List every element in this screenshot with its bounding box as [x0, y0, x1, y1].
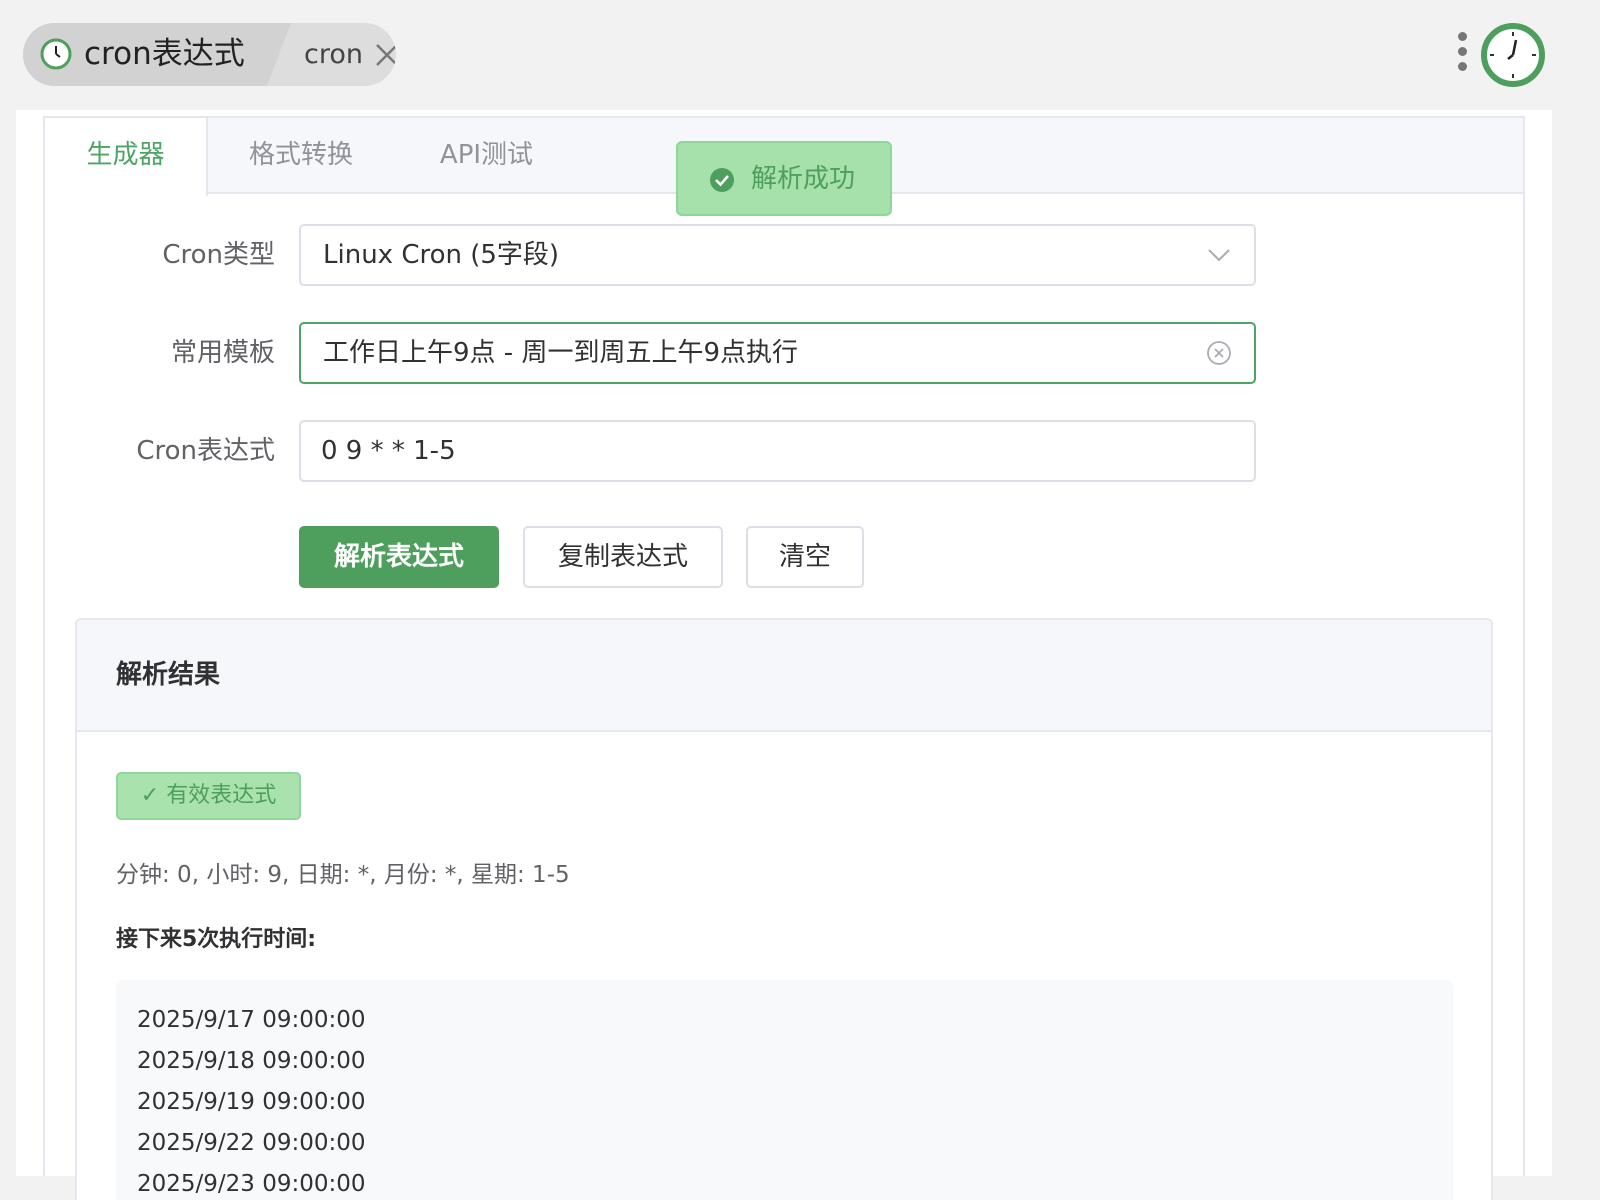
plugin-keyword: cron [304, 39, 363, 70]
run-time-item: 2025/9/22 09:00:00 [137, 1130, 366, 1156]
template-label: 常用模板 [170, 338, 275, 368]
run-time-item: 2025/9/18 09:00:00 [137, 1048, 366, 1074]
fields-description: 分钟: 0, 小时: 9, 日期: *, 月份: *, 星期: 1-5 [116, 862, 570, 888]
tab-format-convert[interactable]: 格式转换 [226, 118, 376, 194]
more-menu-icon[interactable] [1447, 28, 1477, 80]
plugin-pill[interactable]: cron表达式 cron [23, 23, 396, 86]
app-window: cron表达式 cron 生成器 格式转换 API测试 Cron类型 Linux… [0, 0, 1568, 1200]
app-logo-clock-icon[interactable] [1480, 22, 1546, 88]
next-runs-title: 接下来5次执行时间: [116, 927, 317, 952]
cron-type-select[interactable]: Linux Cron (5字段) [299, 224, 1256, 286]
next-runs-list: 2025/9/17 09:00:00 2025/9/18 09:00:00 20… [116, 980, 1453, 1200]
result-card: 解析结果 ✓ 有效表达式 分钟: 0, 小时: 9, 日期: *, 月份: *,… [75, 618, 1493, 1200]
template-value: 工作日上午9点 - 周一到周五上午9点执行 [323, 338, 798, 368]
check-circle-icon [710, 168, 734, 192]
run-time-item: 2025/9/17 09:00:00 [137, 1007, 366, 1033]
main-panel: 生成器 格式转换 API测试 Cron类型 Linux Cron (5字段) 常… [16, 110, 1552, 1200]
run-time-item: 2025/9/19 09:00:00 [137, 1089, 366, 1115]
close-icon[interactable] [373, 41, 396, 69]
template-select[interactable]: 工作日上午9点 - 周一到周五上午9点执行 [299, 322, 1256, 384]
copy-button[interactable]: 复制表达式 [523, 526, 723, 588]
tabs-card: 生成器 格式转换 API测试 Cron类型 Linux Cron (5字段) 常… [43, 116, 1525, 1200]
cron-type-value: Linux Cron (5字段) [323, 240, 560, 270]
expression-input[interactable]: 0 9 * * 1-5 [299, 420, 1256, 482]
expression-label: Cron表达式 [136, 436, 275, 466]
run-time-item: 2025/9/23 09:00:00 [137, 1171, 366, 1197]
clear-circle-icon[interactable] [1206, 340, 1232, 366]
result-title: 解析结果 [77, 620, 1491, 732]
clear-button[interactable]: 清空 [746, 526, 864, 588]
tab-generator[interactable]: 生成器 [45, 118, 208, 196]
toast-message: 解析成功 [751, 164, 856, 194]
top-bar: cron表达式 cron [0, 0, 1568, 110]
plugin-name: cron表达式 [84, 36, 245, 72]
valid-badge: ✓ 有效表达式 [116, 772, 301, 820]
cron-type-label: Cron类型 [162, 240, 275, 270]
chevron-down-icon [1208, 249, 1230, 262]
clock-icon [40, 38, 72, 70]
success-toast: 解析成功 [676, 141, 892, 216]
parse-button[interactable]: 解析表达式 [299, 526, 499, 588]
tab-api-test[interactable]: API测试 [415, 118, 558, 194]
